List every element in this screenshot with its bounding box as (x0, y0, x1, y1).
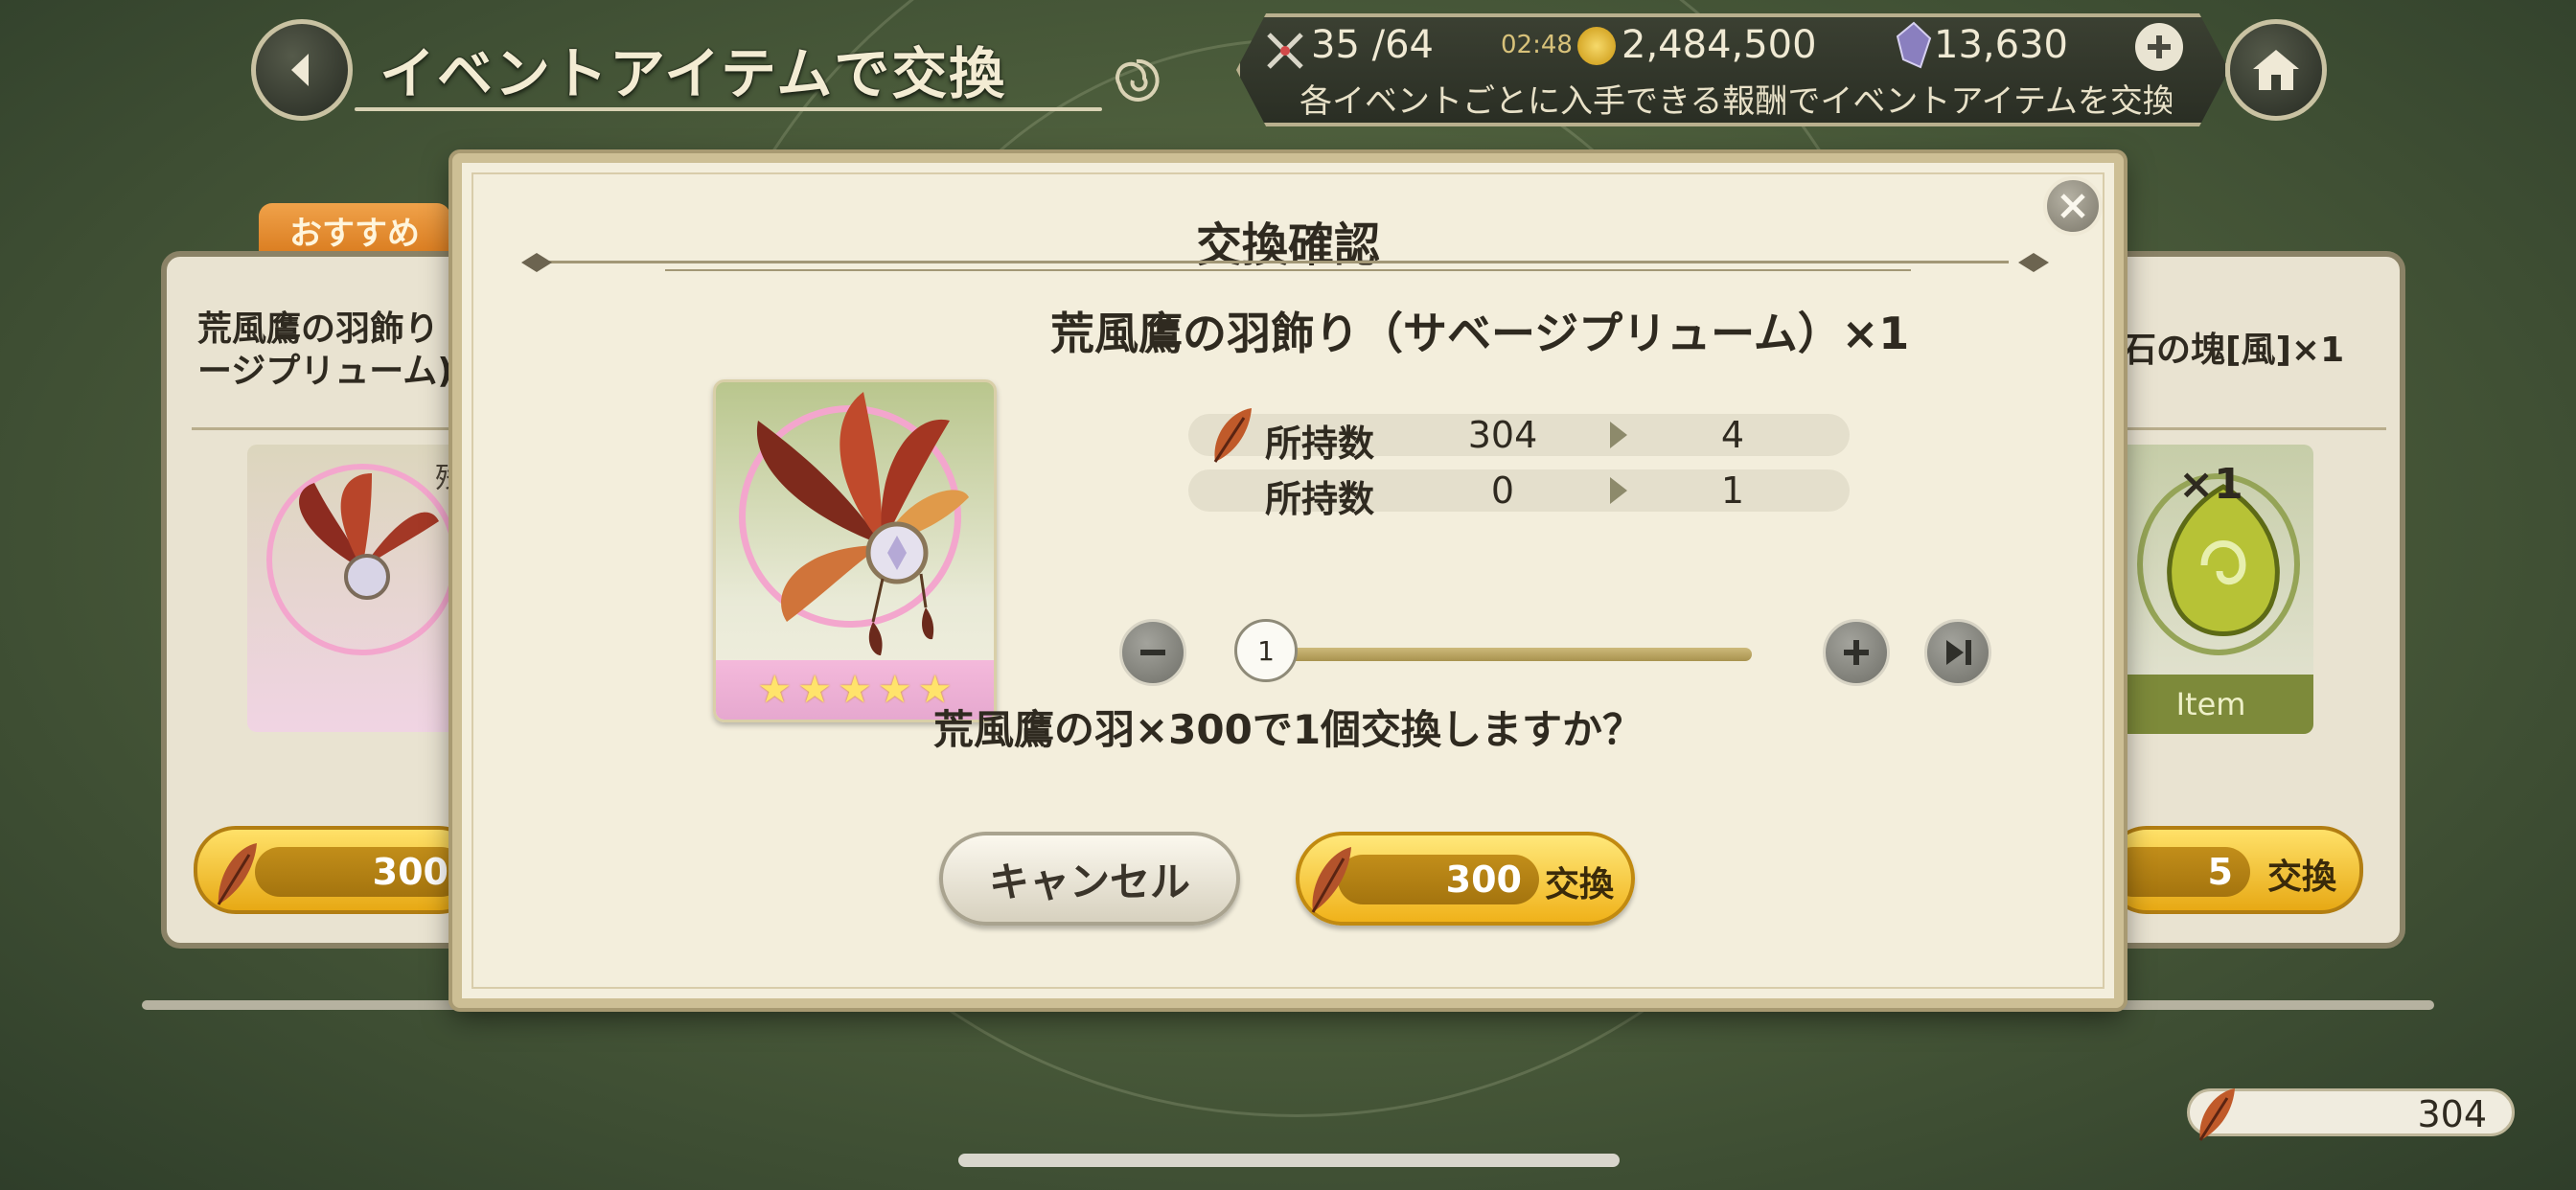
swirl-icon (1116, 58, 1160, 102)
title-divider-inner (665, 269, 1911, 271)
owned-feather-after: 4 (1720, 414, 1745, 456)
feather-icon (2198, 1088, 2235, 1141)
right-card-qty: ×1 (2178, 460, 2243, 509)
item-card: ★ ★ ★ ★ ★ (713, 379, 997, 722)
back-arrow-icon (291, 54, 309, 86)
right-card-exchange-button[interactable]: 5 交換 (2104, 826, 2363, 914)
right-card-price: 5 (2108, 847, 2250, 897)
left-card-name: 荒風鷹の羽飾り ージプリューム) (197, 309, 453, 391)
home-icon (2253, 50, 2299, 90)
cancel-button[interactable]: キャンセル (939, 832, 1240, 926)
crystal-value: 13,630 (1934, 23, 2068, 67)
skip-to-end-icon (1946, 640, 1971, 665)
feather-count: 304 (2417, 1093, 2487, 1135)
confirm-question: 荒風鷹の羽×300で1個交換しますか？ (932, 706, 1644, 753)
exchange-button[interactable]: 300 交換 (1296, 832, 1635, 926)
owned-feather-before: 304 (1467, 414, 1538, 456)
feather-icon (1311, 847, 1351, 913)
left-card-price: 300 (255, 847, 466, 897)
exchange-label: 交換 (1545, 865, 1615, 904)
add-crystal-button[interactable] (2135, 23, 2183, 71)
arrow-right-icon (1610, 477, 1627, 504)
arrow-right-icon (1610, 422, 1627, 448)
owned-item-label: 所持数 (1265, 478, 1375, 520)
owned-item-after: 1 (1720, 469, 1745, 512)
gold-coin-icon (1577, 27, 1616, 65)
gold-value: 2,484,500 (1622, 23, 1817, 67)
back-button[interactable] (251, 19, 353, 121)
status-description: 各イベントごとに入手できる報酬でイベントアイテムを交換する (1300, 82, 2172, 121)
crossed-swords-icon (1267, 33, 1303, 69)
left-card-item-image: 残 (247, 445, 477, 732)
exchange-price: 300 (1338, 855, 1539, 904)
divider (2108, 427, 2386, 430)
home-button[interactable] (2225, 19, 2327, 121)
plus-icon (2148, 35, 2171, 58)
divider (192, 427, 479, 430)
owned-item-before: 0 (1490, 469, 1515, 512)
item-name: 荒風鷹の羽飾り（サベージプリューム）×1 (1050, 308, 1910, 359)
quantity-slider-track[interactable] (1271, 648, 1752, 661)
decrease-button[interactable] (1119, 619, 1186, 686)
right-card-name: 石の塊[風]×1 (2122, 331, 2345, 370)
title-divider (542, 261, 2009, 263)
ornament-right-icon (2018, 253, 2049, 272)
stamina-value: 35 /64 (1311, 23, 1434, 67)
minus-icon (1140, 650, 1165, 655)
plus-icon (1844, 640, 1869, 665)
right-card-exchange-label: 交換 (2267, 858, 2337, 897)
crystal-icon (1896, 21, 1932, 69)
increase-button[interactable] (1823, 619, 1890, 686)
dialog-title: 交換確認 (1195, 218, 1380, 272)
feather-ornament-icon (756, 392, 969, 655)
quantity-slider-thumb[interactable]: 1 (1234, 619, 1298, 682)
ornament-left-icon (521, 253, 552, 272)
right-card-item-image: ×1 Item (2108, 445, 2313, 734)
stamina-timer: 02:48 (1501, 31, 1573, 59)
feather-icon (1213, 408, 1252, 463)
max-button[interactable] (1924, 619, 1991, 686)
page-title: イベントアイテムで交換 (380, 41, 1007, 106)
owned-feather-label: 所持数 (1265, 423, 1375, 465)
feather-icon (217, 843, 257, 905)
left-card-exchange-button[interactable]: 300 (194, 826, 481, 914)
home-indicator[interactable] (958, 1154, 1620, 1167)
